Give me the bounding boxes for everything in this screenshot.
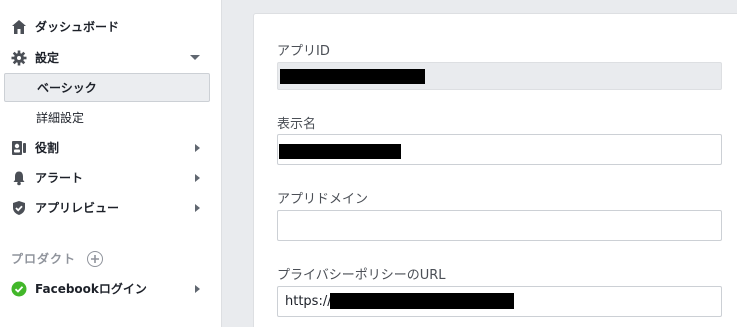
sidebar-item-label: 設定 [35,51,60,65]
sidebar-item-dashboard[interactable]: ダッシュボード [4,12,210,41]
shield-check-icon [10,199,28,217]
redacted-block [280,69,425,84]
redacted-block [279,144,401,159]
app-root: ダッシュボード 設定 ベーシック 詳細設定 役割 アラート アプリレビュー プロ… [0,0,737,327]
gear-icon [10,49,28,67]
sidebar-subitem-label: 詳細設定 [36,111,85,125]
sidebar-item-label: アプリレビュー [35,201,120,215]
sidebar-item-alerts[interactable]: アラート [4,163,210,192]
check-circle-icon [10,280,28,298]
sidebar-item-label: アラート [35,171,84,185]
roles-icon [10,139,28,157]
app-domain-label: アプリドメイン [277,192,369,207]
sidebar-subitem-advanced[interactable]: 詳細設定 [4,103,210,132]
sidebar-item-app-review[interactable]: アプリレビュー [4,193,210,222]
sidebar-item-facebook-login[interactable]: Facebookログイン [4,274,210,303]
redacted-block [330,293,514,309]
sidebar-item-label: 役割 [35,141,60,155]
sidebar-item-label: Facebookログイン [35,282,147,296]
home-icon [10,18,28,36]
chevron-down-icon [190,55,200,60]
chevron-right-icon [195,143,200,152]
sidebar: ダッシュボード 設定 ベーシック 詳細設定 役割 アラート アプリレビュー プロ… [0,0,222,327]
bell-icon [10,169,28,187]
privacy-url-label: プライバシーポリシーのURL [277,268,446,283]
display-name-label: 表示名 [277,117,317,132]
sidebar-item-roles[interactable]: 役割 [4,133,210,162]
app-domain-field[interactable] [277,210,722,241]
chevron-right-icon [195,203,200,212]
app-id-label: アプリID [277,44,330,59]
sidebar-subitem-label: ベーシック [37,81,97,95]
add-product-button[interactable] [87,251,103,267]
sidebar-item-label: ダッシュボード [35,20,120,34]
chevron-right-icon [195,173,200,182]
products-section-label: プロダクト [11,252,77,266]
sidebar-item-settings[interactable]: 設定 [4,43,210,72]
plus-icon [91,255,99,263]
sidebar-subitem-basic[interactable]: ベーシック [4,73,210,102]
chevron-right-icon [195,284,200,293]
